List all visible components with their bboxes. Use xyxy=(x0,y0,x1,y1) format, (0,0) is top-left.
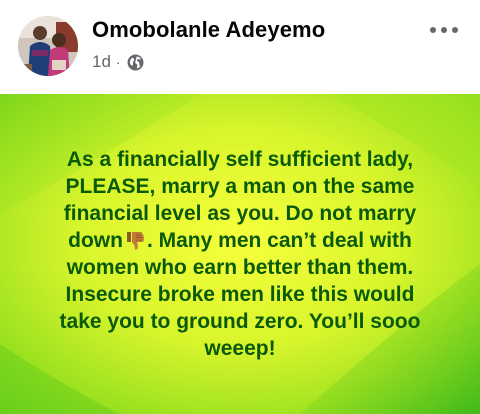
more-dots-icon xyxy=(430,27,458,33)
globe-icon[interactable] xyxy=(127,54,144,71)
post-meta: 1d · xyxy=(92,51,144,73)
post-timestamp[interactable]: 1d xyxy=(92,52,111,72)
thumbs-down-emoji-icon xyxy=(124,230,146,252)
facebook-post: Omobolanle Adeyemo 1d · As a financially… xyxy=(0,0,480,414)
profile-photo-icon xyxy=(18,16,78,76)
more-options-button[interactable] xyxy=(422,16,466,44)
meta-separator: · xyxy=(115,54,121,70)
author-avatar[interactable] xyxy=(18,16,78,76)
author-name[interactable]: Omobolanle Adeyemo xyxy=(92,17,325,43)
post-text: As a financially self sufficient lady, P… xyxy=(30,146,450,362)
post-header: Omobolanle Adeyemo 1d · xyxy=(0,0,480,94)
post-body: As a financially self sufficient lady, P… xyxy=(0,94,480,414)
